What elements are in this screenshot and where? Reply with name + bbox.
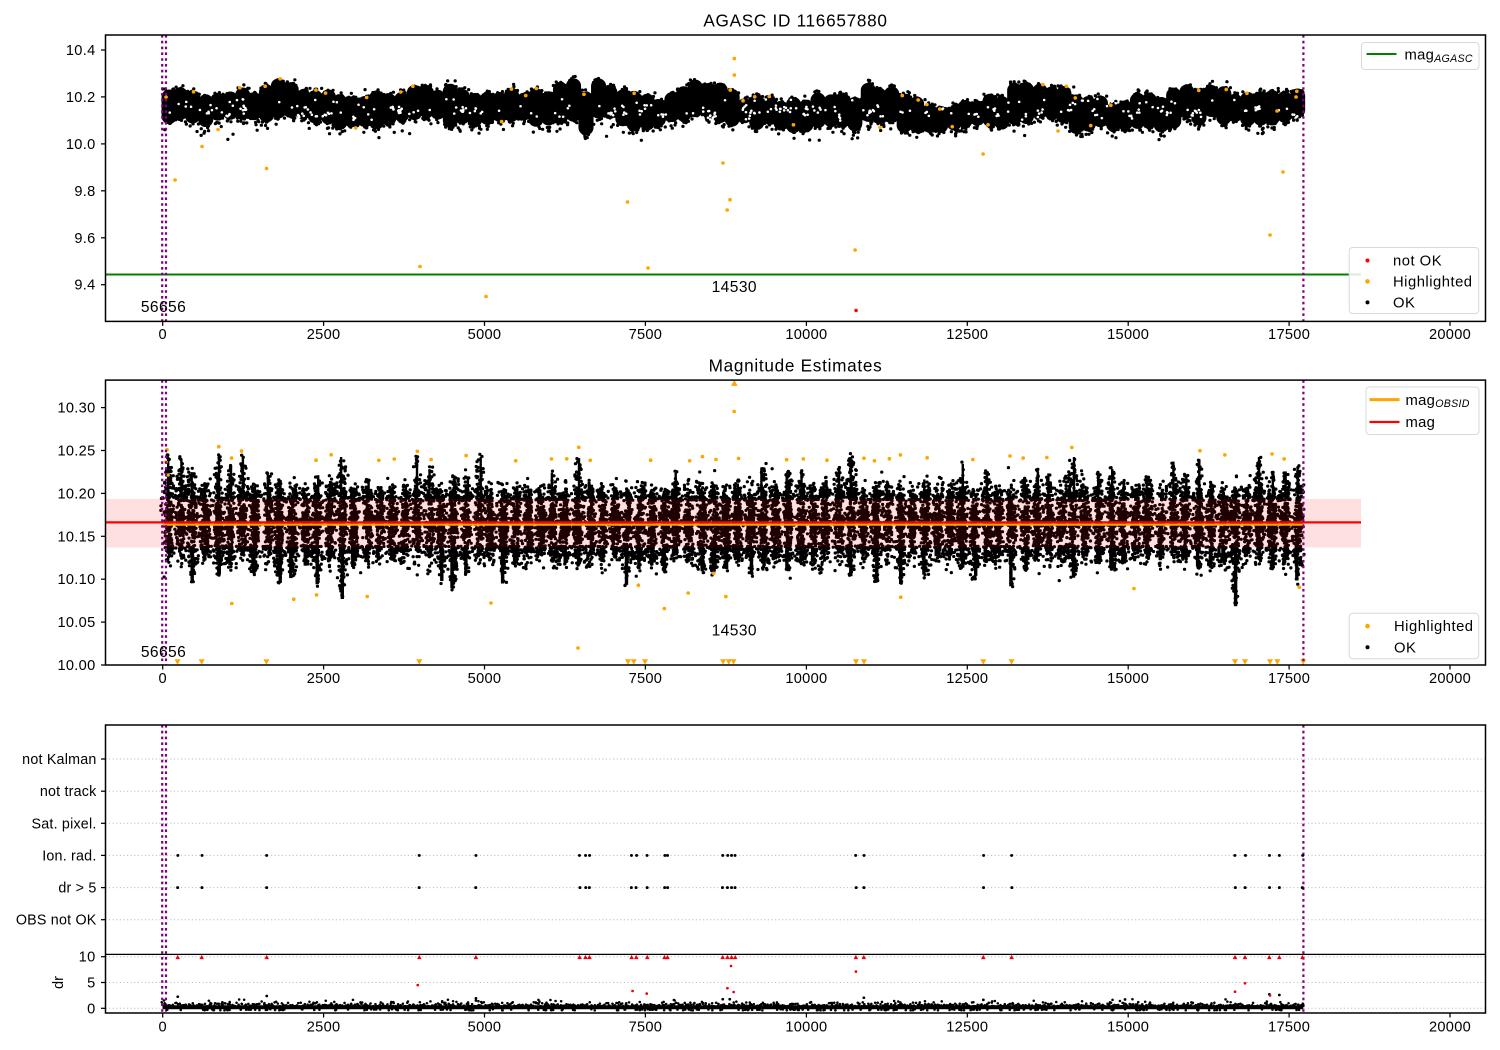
svg-text:15000: 15000: [1107, 327, 1149, 343]
svg-text:AGASC ID 116657880: AGASC ID 116657880: [703, 11, 887, 31]
svg-text:Magnitude Estimates: Magnitude Estimates: [709, 356, 883, 376]
svg-text:12500: 12500: [946, 327, 988, 343]
svg-text:5000: 5000: [468, 671, 502, 687]
svg-text:7500: 7500: [629, 671, 663, 687]
svg-text:20000: 20000: [1429, 327, 1471, 343]
svg-text:12500: 12500: [946, 671, 988, 687]
svg-text:10.30: 10.30: [57, 401, 95, 417]
svg-text:Highlighted: Highlighted: [1393, 274, 1473, 290]
svg-text:12500: 12500: [946, 1019, 988, 1035]
svg-text:14530: 14530: [712, 622, 757, 639]
svg-text:10.00: 10.00: [57, 658, 95, 674]
svg-text:dr > 5: dr > 5: [58, 881, 96, 897]
svg-text:not Kalman: not Kalman: [22, 752, 96, 768]
svg-text:10.25: 10.25: [57, 444, 95, 460]
svg-text:mag: mag: [1406, 415, 1436, 431]
svg-text:10000: 10000: [785, 327, 827, 343]
svg-text:2500: 2500: [307, 327, 341, 343]
svg-text:10.05: 10.05: [57, 615, 95, 631]
svg-text:Ion. rad.: Ion. rad.: [42, 848, 96, 864]
svg-text:9.6: 9.6: [74, 231, 95, 247]
svg-text:10000: 10000: [785, 1019, 827, 1035]
svg-text:10.10: 10.10: [57, 572, 95, 588]
svg-text:Sat. pixel.: Sat. pixel.: [32, 816, 97, 832]
svg-text:OBS not OK: OBS not OK: [16, 913, 97, 929]
svg-text:0: 0: [158, 327, 166, 343]
svg-text:not OK: not OK: [1393, 253, 1442, 269]
svg-text:5000: 5000: [468, 1019, 502, 1035]
svg-text:56656: 56656: [141, 299, 186, 316]
svg-text:56656: 56656: [141, 644, 186, 661]
svg-text:15000: 15000: [1107, 671, 1149, 687]
svg-text:dr: dr: [51, 976, 67, 989]
svg-text:14530: 14530: [712, 279, 757, 296]
svg-text:Highlighted: Highlighted: [1394, 619, 1474, 635]
svg-text:20000: 20000: [1429, 1019, 1471, 1035]
svg-text:7500: 7500: [629, 1019, 663, 1035]
svg-text:2500: 2500: [307, 671, 341, 687]
svg-text:10: 10: [79, 950, 96, 966]
svg-text:17500: 17500: [1268, 327, 1310, 343]
svg-text:10.20: 10.20: [57, 486, 95, 502]
svg-text:17500: 17500: [1268, 1019, 1310, 1035]
svg-text:10.2: 10.2: [66, 90, 96, 106]
svg-text:2500: 2500: [307, 1019, 341, 1035]
svg-text:5: 5: [87, 976, 95, 992]
svg-text:10.4: 10.4: [66, 43, 96, 59]
svg-text:0: 0: [158, 671, 166, 687]
svg-text:10.0: 10.0: [66, 137, 96, 153]
svg-text:9.8: 9.8: [74, 184, 95, 200]
svg-text:0: 0: [87, 1001, 95, 1017]
svg-text:20000: 20000: [1429, 671, 1471, 687]
svg-text:not track: not track: [40, 784, 97, 800]
svg-text:9.4: 9.4: [74, 278, 95, 294]
svg-text:17500: 17500: [1268, 671, 1310, 687]
svg-text:OK: OK: [1394, 640, 1416, 656]
svg-text:0: 0: [158, 1019, 166, 1035]
svg-text:OK: OK: [1393, 295, 1415, 311]
svg-text:5000: 5000: [468, 327, 502, 343]
svg-text:15000: 15000: [1107, 1019, 1149, 1035]
svg-text:10.15: 10.15: [57, 529, 95, 545]
svg-text:7500: 7500: [629, 327, 663, 343]
svg-text:10000: 10000: [785, 671, 827, 687]
